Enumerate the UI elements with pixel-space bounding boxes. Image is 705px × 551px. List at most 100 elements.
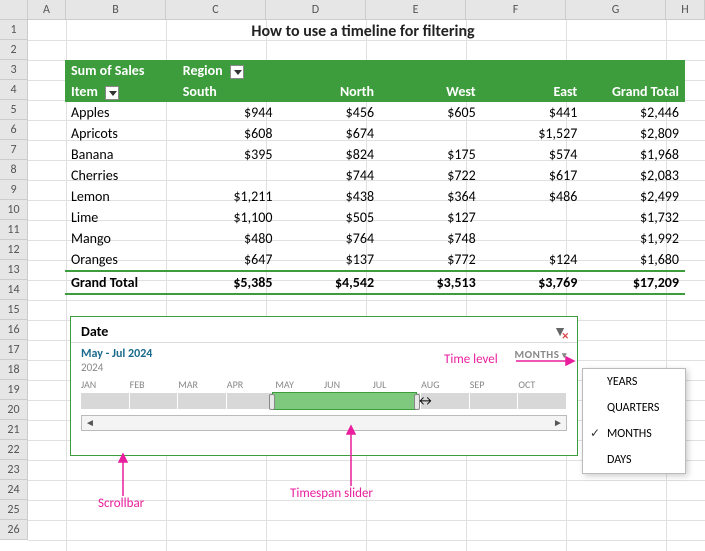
value-cell: $608 [177,123,279,144]
time-level-dropdown[interactable]: YEARSQUARTERSMONTHSDAYS [582,368,686,474]
value-cell: $175 [380,144,482,165]
item-filter-button[interactable] [105,86,119,100]
region-header: Grand Total [583,81,685,102]
table-row: Mango$480$764$748$1,992 [65,228,685,249]
row-header[interactable]: 12 [0,240,28,260]
row-header[interactable]: 26 [0,520,28,540]
value-cell: $674 [278,123,380,144]
column-header[interactable]: F [466,0,566,20]
page-title: How to use a timeline for filtering [28,22,698,41]
month-tick: MAR [178,378,227,391]
column-header[interactable]: B [66,0,166,20]
region-header: West [380,81,482,102]
item-cell: Lemon [65,186,177,207]
value-cell: $480 [177,228,279,249]
month-tick: JAN [81,378,130,391]
column-header[interactable]: C [166,0,266,20]
value-cell: $722 [380,165,482,186]
timeline-year: 2024 [71,361,577,374]
row-header[interactable]: 18 [0,360,28,380]
scroll-left-button[interactable]: ◄ [82,416,98,430]
month-tick: MAY [275,378,324,391]
annotation-timespan: Timespan slider [290,486,373,501]
row-header[interactable]: 22 [0,440,28,460]
table-row: Banana$395$824$175$574$1,968 [65,144,685,165]
value-cell: $1,211 [177,186,279,207]
item-cell: Mango [65,228,177,249]
column-header[interactable]: E [366,0,466,20]
grand-total-label: Grand Total [65,271,177,294]
value-cell: $605 [380,102,482,123]
row-header[interactable]: 20 [0,400,28,420]
month-tick: OCT [518,378,567,391]
row-header[interactable]: 15 [0,300,28,320]
value-cell: $748 [380,228,482,249]
region-header: East [482,81,584,102]
row-header[interactable]: 14 [0,280,28,300]
row-header[interactable]: 9 [0,180,28,200]
row-header[interactable]: 3 [0,60,28,80]
column-header[interactable]: H [666,0,705,20]
value-cell: $617 [482,165,584,186]
table-row: Apples$944$456$605$441$2,446 [65,102,685,123]
item-cell: Apples [65,102,177,123]
row-header[interactable]: 7 [0,140,28,160]
selection-handle-left[interactable] [269,394,275,410]
column-header[interactable]: D [266,0,366,20]
dropdown-item-years[interactable]: YEARS [583,369,685,395]
row-header[interactable]: 1 [0,20,28,40]
value-cell: $824 [278,144,380,165]
sum-label: Sum of Sales [65,60,177,81]
region-filter-button[interactable] [230,65,244,79]
value-cell: $364 [380,186,482,207]
value-cell: $505 [278,207,380,228]
row-header[interactable]: 17 [0,340,28,360]
value-cell [482,207,584,228]
row-header[interactable]: 10 [0,200,28,220]
value-cell: $395 [177,144,279,165]
value-cell: $1,527 [482,123,584,144]
timeline-slicer[interactable]: Date ▼ May - Jul 2024 MONTHS 2024 JANFEB… [70,316,578,456]
row-header[interactable]: 6 [0,120,28,140]
row-header[interactable]: 25 [0,500,28,520]
timeline-selection[interactable] [272,392,418,410]
annotation-time-level: Time level [444,352,498,367]
timeline-track[interactable]: ↔ [81,393,567,409]
row-header[interactable]: 19 [0,380,28,400]
table-row: Lime$1,100$505$127$1,732 [65,207,685,228]
dropdown-item-quarters[interactable]: QUARTERS [583,395,685,421]
row-header[interactable]: 23 [0,460,28,480]
value-cell: $744 [278,165,380,186]
timeline-scrollbar[interactable]: ◄ ► [81,415,567,431]
row-header[interactable]: 4 [0,80,28,100]
value-cell: $2,809 [583,123,685,144]
value-cell [177,165,279,186]
column-header[interactable]: A [28,0,66,20]
value-cell: $456 [278,102,380,123]
item-cell: Cherries [65,165,177,186]
value-cell: $438 [278,186,380,207]
row-header[interactable]: 8 [0,160,28,180]
column-header[interactable]: G [566,0,666,20]
row-header[interactable]: 21 [0,420,28,440]
item-cell: Apricots [65,123,177,144]
table-row: Lemon$1,211$438$364$486$2,499 [65,186,685,207]
row-header[interactable]: 11 [0,220,28,240]
item-cell: Lime [65,207,177,228]
row-header[interactable]: 24 [0,480,28,500]
month-tick: FEB [130,378,179,391]
row-header[interactable]: 5 [0,100,28,120]
value-cell [482,228,584,249]
scroll-right-button[interactable]: ► [550,416,566,430]
row-header[interactable]: 16 [0,320,28,340]
row-header[interactable]: 2 [0,40,28,60]
value-cell: $1,100 [177,207,279,228]
grand-total-cell: $5,385 [177,271,279,294]
grand-total-cell: $3,513 [380,271,482,294]
dropdown-item-days[interactable]: DAYS [583,447,685,473]
month-tick: SEP [470,378,519,391]
clear-filter-icon[interactable]: ▼ [553,323,567,340]
dropdown-item-months[interactable]: MONTHS [583,421,685,447]
row-header[interactable]: 13 [0,260,28,280]
value-cell: $1,992 [583,228,685,249]
